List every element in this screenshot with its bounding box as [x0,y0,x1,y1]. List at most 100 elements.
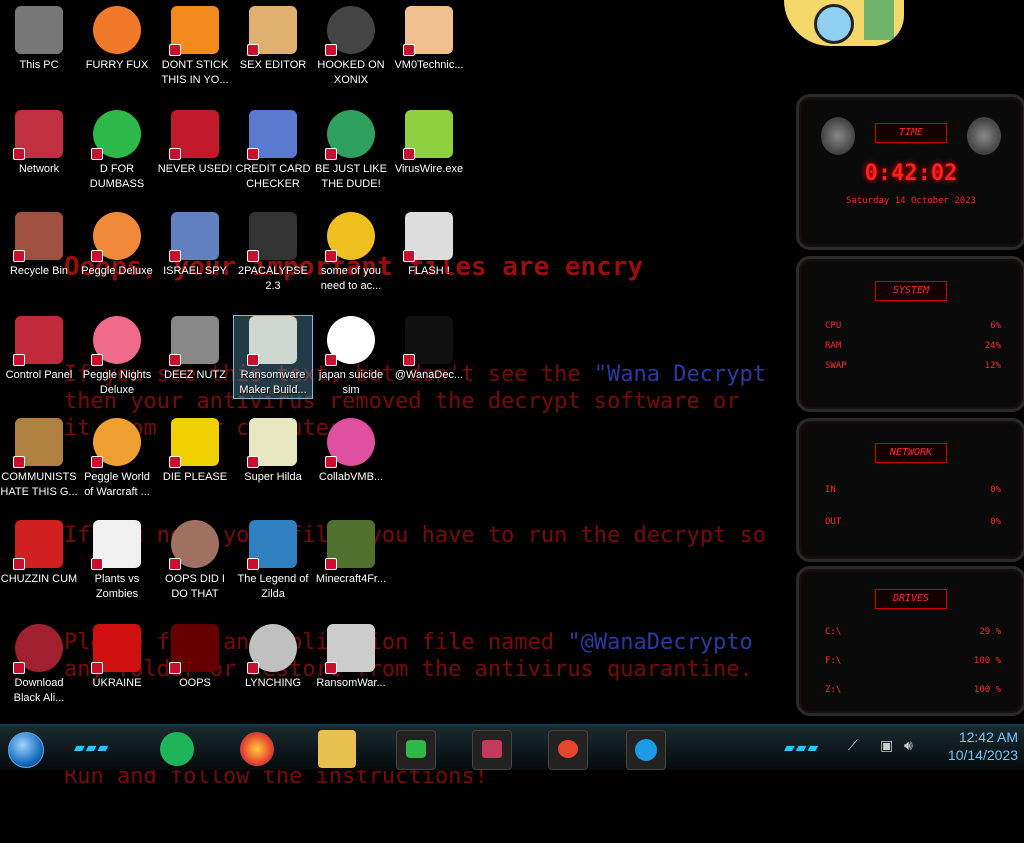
admin-shield-icon [325,662,337,674]
admin-shield-icon [91,148,103,160]
taskbar: ▰▰▰ ▰▰▰ ⟋ ▣ 🔊︎ 12:42 AM 10/14/2023 [0,724,1024,770]
desktop-icon[interactable]: Download Black Ali... [0,624,78,706]
tray-time: 12:42 AM [958,729,1018,745]
desktop-icon[interactable]: Peggle World of Warcraft ... [78,418,156,500]
admin-shield-icon [247,148,259,160]
israel-spy-icon [169,212,219,262]
tray-overflow-icon[interactable]: ⟋ [848,738,858,754]
alien-head-icon [821,117,855,155]
system-widget: SYSTEM CPU 6% RAM 24% SWAP 12% [796,256,1024,412]
desktop-icon[interactable]: FURRY FUX [78,6,156,73]
desktop-icon[interactable]: DONT STICK THIS IN YO... [156,6,234,88]
desktop-icon-label: Peggle World of Warcraft ... [84,471,150,498]
system-clock[interactable]: 12:42 AM 10/14/2023 [948,728,1018,764]
admin-shield-icon [13,148,25,160]
xbox-app-icon[interactable] [396,730,436,770]
desktop-icon-label: BE JUST LIKE THE DUDE! [315,163,387,190]
desktop-icon[interactable]: Ransomware Maker Build... [233,315,313,399]
widget-row-value: 24% [984,341,1001,351]
desktop-icon-label: CHUZZIN CUM [0,573,78,585]
peggle-nights-icon [91,316,141,366]
start-button[interactable] [8,732,44,768]
desktop-icon[interactable]: Control Panel [0,316,78,383]
admin-shield-icon [13,456,25,468]
desktop-icon[interactable]: OOPS [156,624,234,691]
volume-icon[interactable]: 🔊︎ [904,738,913,754]
desktop-icon[interactable]: FLASH ! [390,212,468,279]
desktop-icon[interactable]: ISRAEL SPY [156,212,234,279]
desktop-icon[interactable]: DIE PLEASE [156,418,234,485]
skype-icon[interactable] [626,730,666,770]
desktop-icon[interactable]: Recycle Bin [0,212,78,279]
music-app-icon[interactable] [548,730,588,770]
desktop-icon[interactable]: This PC [0,6,78,73]
desktop-icon-label: Plants vs Zombies [94,573,140,600]
desktop-icon-label: DEEZ NUTZ [164,369,226,381]
widget-row-value: 0% [990,485,1001,495]
admin-shield-icon [91,662,103,674]
desktop-icon[interactable]: Peggle Deluxe [78,212,156,279]
money-bag-icon [13,418,63,468]
dog-icon [325,212,375,262]
desktop-icon[interactable]: LYNCHING [234,624,312,691]
network-tray-icon[interactable]: ▣ [880,738,893,754]
wallpaper-character-art [784,0,904,46]
desktop-icon[interactable]: Minecraft4Fr... [312,520,390,587]
desktop-icon[interactable]: OOPS DID I DO THAT [156,520,234,602]
desktop-icon[interactable]: Peggle Nights Deluxe [78,316,156,398]
desktop-icon[interactable]: RansomWar... [312,624,390,691]
firefox-icon [93,6,141,54]
desktop-icon[interactable]: CREDIT CARD CHECKER [234,110,312,192]
desktop-icon[interactable]: CHUZZIN CUM [0,520,78,587]
admin-shield-icon [91,354,103,366]
desktop-icon[interactable]: D FOR DUMBASS [78,110,156,192]
widget-row-value: 100 % [973,656,1001,666]
desktop-icon[interactable]: Network [0,110,78,177]
desktop-icon-label: 2PACALYPSE 2.3 [238,265,308,292]
desktop-icon[interactable]: COMMUNISTS HATE THIS G... [0,418,78,500]
desktop-icon[interactable]: The Legend of Zilda [234,520,312,602]
desktop-icon[interactable]: NEVER USED! [156,110,234,177]
desktop-icon[interactable]: Super Hilda [234,418,312,485]
desktop-icon-label: Control Panel [5,369,73,381]
desktop-icon[interactable]: japan suicide sim [312,316,390,398]
desktop-icon[interactable]: VirusWire.exe [390,110,468,177]
dude-icon [325,110,375,160]
desktop-icon[interactable]: Plants vs Zombies [78,520,156,602]
desktop-icon-label: RansomWar... [316,677,386,689]
desktop-icon-label: This PC [19,59,59,71]
desktop-icon-label: Super Hilda [244,471,302,483]
admin-shield-icon [325,44,337,56]
desktop-icon[interactable]: HOOKED ON XONIX [312,6,390,88]
oops-icon [169,624,219,674]
admin-shield-icon [91,456,103,468]
desktop-icon[interactable]: 2PACALYPSE 2.3 [234,212,312,294]
alien-head-icon [967,117,1001,155]
widget-row-label: F:\ [825,656,842,666]
admin-shield-icon [247,250,259,262]
desktop-icon-label: CollabVMB... [318,471,384,483]
desktop-icon[interactable]: DEEZ NUTZ [156,316,234,383]
clock-readout: 0:42:02 [864,161,958,186]
desktop-icon[interactable]: CollabVMB... [312,418,390,485]
widget-row: OUT 0% [799,517,1023,549]
desktop-icon[interactable]: @WanaDec... [390,316,468,383]
ransomware-maker-icon [247,316,297,366]
file-explorer-icon[interactable] [318,730,356,768]
desktop-icon[interactable]: BE JUST LIKE THE DUDE! [312,110,390,192]
desktop-icon[interactable]: SEX EDITOR [234,6,312,73]
camera-app-icon[interactable] [472,730,512,770]
lynching-icon [247,624,297,674]
desktop-icon[interactable]: UKRAINE [78,624,156,691]
desktop-icon[interactable]: some of you need to ac... [312,212,390,294]
credit-card-icon [247,110,297,160]
desktop-icon[interactable]: VM0Technic... [390,6,468,73]
drives-widget: DRIVES C:\ 29 % F:\ 100 % Z:\ 100 % [796,566,1024,716]
taskbar-decoration: ▰▰▰ [74,740,110,756]
spotify-icon[interactable] [160,732,194,766]
desktop-icon-label: NEVER USED! [157,163,233,175]
admin-shield-icon [325,148,337,160]
spotify-icon [91,110,141,160]
xonix-icon [325,6,375,56]
firefox-icon[interactable] [240,732,274,766]
